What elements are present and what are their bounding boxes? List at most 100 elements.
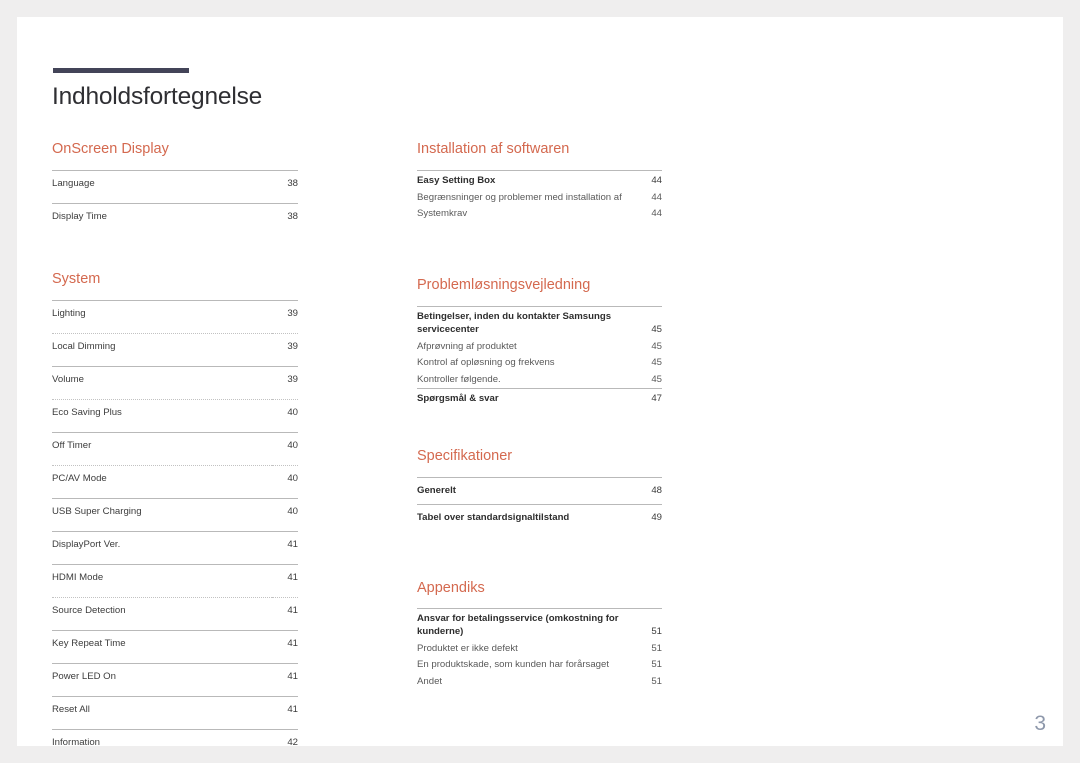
toc-entry-label[interactable]: Power LED On [52,662,272,697]
toc-column-right: Installation af softwaren Easy Setting Bo… [417,141,662,691]
toc-entry-page-number: 39 [272,299,298,334]
toc-entry-row[interactable]: Ansvar for betalingsservice (omkostning … [417,608,662,641]
page-sheet: Indholdsfortegnelse OnScreen Display Lang… [17,17,1063,762]
toc-section-heading[interactable]: Problemløsningsvejledning [417,277,662,294]
toc-entry-row[interactable]: Display Time 38 [52,202,298,236]
toc-entry-label[interactable]: USB Super Charging [52,497,272,532]
toc-entry-row[interactable]: Betingelser, inden du kontakter Samsungs… [417,306,662,339]
toc-entry-row[interactable]: Kontrol af opløsning og frekvens 45 [417,355,662,372]
toc-entry-label[interactable]: Tabel over standardsignaltilstand [417,503,632,531]
toc-entry-table: Generelt 48 Tabel over standardsignaltilst… [417,477,662,531]
toc-entry-row[interactable]: DisplayPort Ver. 41 [52,530,298,565]
toc-entry-page-number: 45 [632,306,662,339]
toc-section-heading[interactable]: Installation af softwaren [417,141,662,158]
toc-entry-label[interactable]: Kontroller følgende. [417,371,632,388]
toc-section-heading[interactable]: OnScreen Display [52,141,298,158]
toc-entry-row[interactable]: Produktet er ikke defekt 51 [417,640,662,657]
toc-entry-page-number: 41 [272,530,298,565]
toc-entry-page-number: 44 [651,191,662,203]
toc-entry-page-number: 44 [651,208,662,220]
toc-entry-label[interactable]: Lighting [52,299,272,334]
toc-section-appendiks: Appendiks Ansvar for betalingsservice (om… [417,580,662,691]
toc-entry-row[interactable]: Begrænsninger og problemer med installat… [417,189,662,206]
toc-entry-page-number: 38 [272,202,298,236]
toc-entry-page-number: 44 [632,169,662,190]
toc-entry-label[interactable]: Afprøvning af produktet [417,338,632,355]
toc-entry-row[interactable]: HDMI Mode 41 [52,563,298,598]
toc-entry-page-number: 39 [272,332,298,367]
toc-entry-page-number: 48 [632,477,662,505]
toc-entry-page-number: 41 [272,596,298,631]
toc-entry-row[interactable]: Source Detection 41 [52,596,298,631]
toc-entry-label[interactable]: En produktskade, som kunden har forårsag… [417,657,632,674]
toc-entry-row[interactable]: Power LED On 41 [52,662,298,697]
toc-entry-row[interactable]: USB Super Charging 40 [52,497,298,532]
toc-entry-table: Language 38 Display Time 38 [52,169,298,236]
toc-entry-row[interactable]: Spørgsmål & svar 47 [417,388,662,408]
toc-entry-row[interactable]: PC/AV Mode 40 [52,464,298,499]
toc-entry-row[interactable]: Eco Saving Plus 40 [52,398,298,433]
toc-entry-row[interactable]: Andet 51 [417,674,662,691]
toc-entry-label[interactable]: Generelt [417,477,632,505]
toc-entry-table: Ansvar for betalingsservice (omkostning … [417,608,662,690]
toc-entry-row[interactable]: Generelt 48 [417,477,662,505]
heading-spacer [52,288,298,300]
toc-entry-page-number: 45 [651,340,662,352]
heading-spacer [417,596,662,608]
toc-section-problemlosningsvejledning: Problemløsningsvejledning Betingelser, in… [417,277,662,408]
title-rule-decoration [53,68,189,73]
toc-entry-row[interactable]: Volume 39 [52,365,298,400]
toc-entry-label[interactable]: Ansvar for betalingsservice (omkostning … [417,608,632,641]
toc-entry-label[interactable]: Key Repeat Time [52,629,272,664]
toc-entry-row[interactable]: Afprøvning af produktet 45 [417,338,662,355]
toc-entry-page-number: 39 [272,365,298,400]
toc-entry-row[interactable]: Kontroller følgende. 45 [417,371,662,388]
page-title: Indholdsfortegnelse [52,83,263,110]
toc-entry-label[interactable]: Betingelser, inden du kontakter Samsungs… [417,306,632,339]
toc-entry-label[interactable]: Begrænsninger og problemer med installat… [417,189,632,206]
toc-entry-page-number: 42 [272,728,298,762]
toc-entry-row[interactable]: Lighting 39 [52,299,298,334]
toc-entry-page-number: 51 [651,642,662,654]
toc-entry-row[interactable]: Systemkrav 44 [417,206,662,223]
toc-entry-row[interactable]: Reset All 41 [52,695,298,730]
toc-entry-label[interactable]: Systemkrav [417,206,632,223]
toc-entry-page-number: 45 [651,373,662,385]
toc-entry-row[interactable]: Off Timer 40 [52,431,298,466]
toc-entry-page-number: 40 [272,497,298,532]
toc-section-heading[interactable]: Specifikationer [417,448,662,465]
toc-entry-label[interactable]: Volume [52,365,272,400]
toc-entry-label[interactable]: Produktet er ikke defekt [417,640,632,657]
toc-entry-row[interactable]: Key Repeat Time 41 [52,629,298,664]
toc-entry-row[interactable]: Information 42 [52,728,298,762]
toc-entry-page-number: 40 [272,431,298,466]
toc-entry-row[interactable]: Easy Setting Box 44 [417,169,662,190]
toc-entry-row[interactable]: Local Dimming 39 [52,332,298,367]
toc-entry-row[interactable]: Language 38 [52,169,298,204]
toc-entry-label[interactable]: Easy Setting Box [417,169,632,190]
heading-spacer [417,294,662,306]
toc-entry-label[interactable]: PC/AV Mode [52,464,272,499]
toc-entry-label[interactable]: HDMI Mode [52,563,272,598]
toc-entry-label[interactable]: DisplayPort Ver. [52,530,272,565]
toc-entry-label[interactable]: Kontrol af opløsning og frekvens [417,355,632,372]
heading-spacer [417,158,662,170]
toc-entry-row[interactable]: En produktskade, som kunden har forårsag… [417,657,662,674]
heading-spacer [417,465,662,477]
toc-entry-row[interactable]: Tabel over standardsignaltilstand 49 [417,503,662,531]
toc-entry-label[interactable]: Local Dimming [52,332,272,367]
toc-entry-label[interactable]: Spørgsmål & svar [417,388,632,408]
toc-entry-table: Betingelser, inden du kontakter Samsungs… [417,306,662,408]
toc-entry-label[interactable]: Display Time [52,202,272,236]
toc-section-heading[interactable]: Appendiks [417,580,662,597]
toc-entry-label[interactable]: Information [52,728,272,762]
toc-entry-label[interactable]: Source Detection [52,596,272,631]
toc-entry-label[interactable]: Andet [417,674,632,691]
toc-entry-label[interactable]: Language [52,169,272,204]
toc-column-left: OnScreen Display Language 38 Display Time 38… [52,141,298,762]
toc-entry-label[interactable]: Off Timer [52,431,272,466]
toc-entry-label[interactable]: Reset All [52,695,272,730]
toc-entry-label[interactable]: Eco Saving Plus [52,398,272,433]
toc-section-heading[interactable]: System [52,271,298,288]
toc-section-system: System Lighting 39 Local Dimming 39 Volume 39 E… [52,271,298,762]
